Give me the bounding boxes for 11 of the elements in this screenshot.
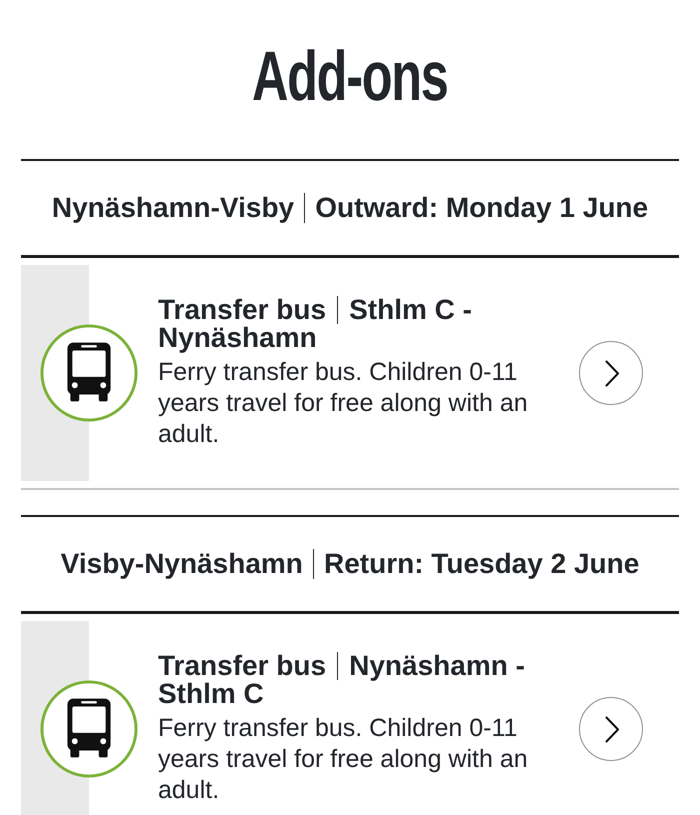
section-heading: Visby-Nynäshamn Return: Tuesday 2 June xyxy=(60,548,640,580)
chevron-right-icon xyxy=(605,360,620,386)
section-heading: Nynäshamn-Visby Outward: Monday 1 June xyxy=(52,192,648,224)
addon-title: Transfer bus Nynäshamn - Sthlm C xyxy=(158,652,526,708)
page-title: Add-ons xyxy=(252,40,448,110)
chevron-right-icon xyxy=(605,716,620,742)
bus-icon xyxy=(40,324,138,422)
addon-description: Ferry transfer bus. Children 0-11 years travel for free along with an adult. xyxy=(158,713,529,806)
addon-title: Transfer bus Sthlm C - Nynäshamn xyxy=(158,296,474,352)
bus-icon xyxy=(40,680,138,778)
addon-description: Ferry transfer bus. Children 0-11 years travel for free along with an adult. xyxy=(158,357,529,450)
